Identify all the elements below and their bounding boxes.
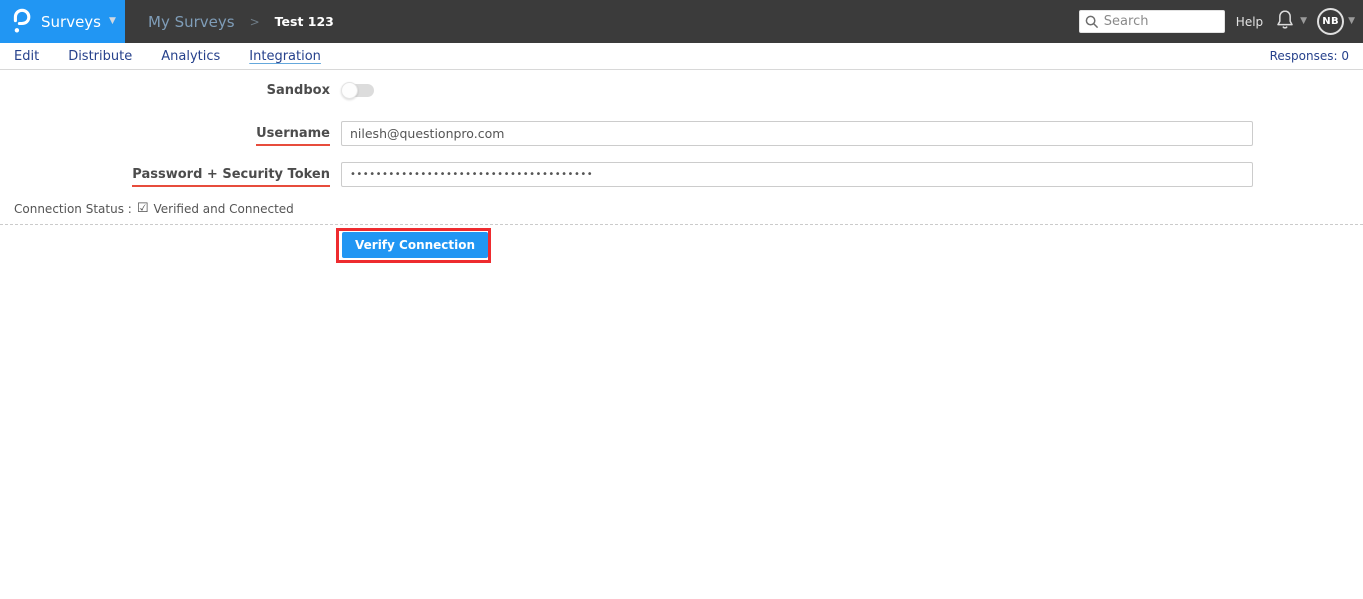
password-row: Password + Security Token bbox=[0, 162, 1363, 187]
bell-icon bbox=[1275, 8, 1295, 35]
tab-edit[interactable]: Edit bbox=[14, 49, 39, 64]
tab-distribute[interactable]: Distribute bbox=[68, 49, 132, 64]
username-label: Username bbox=[0, 126, 330, 146]
responses-count[interactable]: Responses: 0 bbox=[1270, 49, 1349, 63]
tab-integration[interactable]: Integration bbox=[249, 49, 321, 64]
navbar-right-cluster: Help ▼ NB ▼ bbox=[1078, 8, 1363, 35]
tab-analytics[interactable]: Analytics bbox=[161, 49, 220, 64]
password-label: Password + Security Token bbox=[0, 167, 330, 187]
account-menu[interactable]: NB ▼ bbox=[1317, 8, 1355, 35]
sandbox-row: Sandbox bbox=[0, 82, 1363, 99]
search-icon bbox=[1085, 14, 1099, 33]
breadcrumb-separator-icon: > bbox=[249, 14, 260, 29]
chevron-down-icon: ▼ bbox=[109, 16, 116, 26]
help-link[interactable]: Help bbox=[1236, 15, 1263, 29]
breadcrumb-current-survey: Test 123 bbox=[274, 14, 334, 29]
connection-status-label: Connection Status : bbox=[14, 201, 132, 216]
red-annotation-box: Verify Connection bbox=[336, 228, 492, 263]
toggle-knob bbox=[341, 82, 358, 99]
verify-connection-button[interactable]: Verify Connection bbox=[342, 232, 489, 258]
integration-form: Sandbox Username Password + Security Tok… bbox=[0, 70, 1363, 263]
questionpro-logo-icon bbox=[12, 8, 32, 35]
connection-status: Connection Status : ☑ Verified and Conne… bbox=[14, 201, 1363, 216]
verify-button-row: Verify Connection bbox=[336, 228, 1363, 263]
checked-checkbox-icon: ☑ bbox=[136, 201, 149, 216]
app-menu[interactable]: Surveys ▼ bbox=[0, 0, 125, 43]
breadcrumb-my-surveys[interactable]: My Surveys bbox=[148, 13, 235, 31]
top-navbar: Surveys ▼ My Surveys > Test 123 Help bbox=[0, 0, 1363, 43]
avatar: NB bbox=[1317, 8, 1345, 35]
breadcrumb: My Surveys > Test 123 bbox=[148, 13, 334, 31]
username-input[interactable] bbox=[341, 121, 1253, 146]
chevron-down-icon: ▼ bbox=[1348, 16, 1355, 26]
search-box bbox=[1078, 10, 1225, 33]
notifications-menu[interactable]: ▼ bbox=[1275, 8, 1307, 35]
username-row: Username bbox=[0, 121, 1363, 146]
sandbox-toggle[interactable] bbox=[341, 82, 374, 99]
chevron-down-icon: ▼ bbox=[1300, 16, 1308, 26]
app-menu-label: Surveys bbox=[41, 12, 101, 31]
password-input[interactable] bbox=[341, 162, 1253, 187]
survey-tabbar: Edit Distribute Analytics Integration Re… bbox=[0, 43, 1363, 70]
connection-status-value: Verified and Connected bbox=[153, 201, 294, 216]
dashed-divider bbox=[0, 224, 1363, 225]
search-input[interactable] bbox=[1078, 10, 1225, 33]
sandbox-label: Sandbox bbox=[266, 83, 330, 98]
